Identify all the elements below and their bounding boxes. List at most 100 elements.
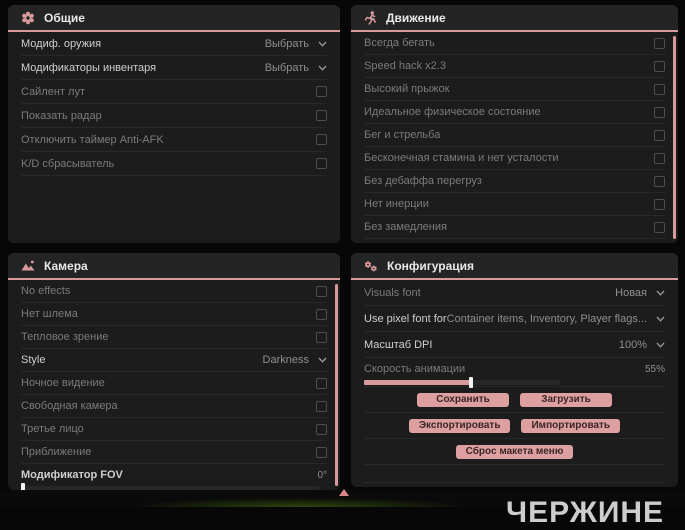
movement-scrollbar[interactable]	[673, 36, 676, 239]
movement-row-8[interactable]: Без замедления	[364, 216, 665, 239]
row-label: No effects	[21, 285, 71, 297]
movement-row-6[interactable]: Без дебаффа перегруз	[364, 170, 665, 193]
row-label: Use pixel font for	[364, 312, 447, 325]
movement-row-5[interactable]: Бесконечная стамина и нет усталости	[364, 147, 665, 170]
config-button[interactable]: Загрузить	[520, 392, 612, 407]
camera-rows: No effects Нет шлема Тепловое зрение Style D…	[8, 280, 340, 490]
checkbox[interactable]	[654, 37, 665, 49]
checkbox[interactable]	[654, 129, 665, 141]
row-label: Без дебаффа перегруз	[364, 175, 482, 187]
dropdown-value: Darkness	[262, 354, 309, 366]
general-dropdown-0[interactable]: Выбрать	[265, 38, 327, 50]
general-row-3[interactable]: Показать радар	[21, 104, 327, 128]
checkbox[interactable]	[316, 377, 327, 389]
checkbox[interactable]	[316, 423, 327, 435]
config-slider-3[interactable]	[364, 377, 560, 388]
checkbox[interactable]	[316, 110, 327, 121]
row-label: Показать радар	[21, 109, 102, 122]
checkbox[interactable]	[316, 400, 327, 412]
config-button-row-0: Сохранить Загрузить	[364, 387, 665, 413]
config-button[interactable]: Сохранить	[417, 392, 509, 407]
background-triangle-icon	[339, 489, 349, 496]
config-row-0: Visuals font Новая	[364, 280, 665, 306]
checkbox[interactable]	[316, 86, 327, 97]
image-icon	[21, 259, 35, 272]
camera-dropdown-3[interactable]: Darkness	[263, 354, 327, 366]
movement-row-0[interactable]: Всегда бегать	[364, 32, 665, 55]
checkbox[interactable]	[654, 152, 665, 164]
gears-icon	[364, 259, 378, 273]
general-row-2[interactable]: Сайлент лут	[21, 80, 327, 104]
row-label: Бег и стрельба	[364, 129, 441, 141]
checkbox[interactable]	[654, 60, 665, 72]
checkbox[interactable]	[654, 106, 665, 118]
runner-icon	[364, 10, 377, 25]
row-label: Приближение	[21, 446, 92, 458]
general-row-5[interactable]: K/D сбрасыватель	[21, 152, 327, 176]
camera-row-7[interactable]: Приближение	[21, 441, 327, 464]
movement-row-3[interactable]: Идеальное физическое состояние	[364, 101, 665, 124]
config-panel-header: Конфигурация	[351, 253, 678, 280]
checkbox[interactable]	[654, 198, 665, 210]
general-panel-title: Общие	[44, 10, 85, 25]
slider-handle[interactable]	[468, 377, 473, 388]
general-rows: Модиф. оружия Выбрать Модификаторы инвента…	[8, 32, 340, 176]
camera-scrollbar[interactable]	[335, 284, 338, 486]
camera-row-8: Модификатор FOV 0°	[21, 464, 327, 490]
checkbox[interactable]	[316, 134, 327, 145]
row-label: Отключить таймер Anti-AFK	[21, 133, 164, 146]
dropdown-value: Выбрать	[264, 37, 309, 50]
checkbox[interactable]	[654, 221, 665, 233]
row-label: Сайлент лут	[21, 85, 85, 98]
general-row-4[interactable]: Отключить таймер Anti-AFK	[21, 128, 327, 152]
slider-value: 0°	[317, 469, 327, 481]
config-button[interactable]: Экспортировать	[408, 418, 511, 433]
movement-panel: Движение Всегда бегать Speed hack x2.3 Высо…	[351, 5, 678, 243]
config-button[interactable]: Сброс макета меню	[455, 444, 574, 459]
background-watermark-text: ЧЕРЖИНЕ	[506, 496, 665, 529]
camera-row-5[interactable]: Свободная камера	[21, 395, 327, 418]
camera-slider-8[interactable]	[21, 483, 319, 490]
movement-row-4[interactable]: Бег и стрельба	[364, 124, 665, 147]
checkbox[interactable]	[654, 83, 665, 95]
movement-panel-header: Движение	[351, 5, 678, 32]
camera-row-6[interactable]: Третье лицо	[21, 418, 327, 441]
slider-value: 55%	[644, 363, 665, 375]
camera-row-1[interactable]: Нет шлема	[21, 303, 327, 326]
config-dropdown-1[interactable]: Container items, Inventory, Player flags…	[447, 313, 665, 325]
camera-row-2[interactable]: Тепловое зрение	[21, 326, 327, 349]
config-row-2: Масштаб DPI 100%	[364, 332, 665, 358]
movement-row-1[interactable]: Speed hack x2.3	[364, 55, 665, 78]
chevron-down-icon	[656, 316, 665, 322]
config-dropdown-0[interactable]: Новая	[615, 287, 665, 299]
movement-row-2[interactable]: Высокий прыжок	[364, 78, 665, 101]
row-label: Visuals font	[364, 286, 421, 299]
movement-row-7[interactable]: Нет инерции	[364, 193, 665, 216]
slider-handle[interactable]	[21, 483, 25, 490]
slider-header: Модификатор FOV 0°	[21, 467, 327, 483]
checkbox[interactable]	[316, 446, 327, 458]
checkbox[interactable]	[316, 158, 327, 169]
dropdown-value: Container items, Inventory, Player flags…	[446, 312, 647, 325]
checkbox[interactable]	[316, 308, 327, 320]
row-label: Модиф. оружия	[21, 37, 102, 50]
config-button-row-2: Сброс макета меню	[364, 439, 665, 465]
checkbox[interactable]	[316, 331, 327, 343]
config-dropdown-2[interactable]: 100%	[619, 339, 665, 351]
config-row-1: Use pixel font for Container items, Inven…	[364, 306, 665, 332]
config-button[interactable]: Импортировать	[521, 418, 621, 433]
general-dropdown-1[interactable]: Выбрать	[265, 62, 327, 74]
camera-panel: Камера No effects Нет шлема Тепловое зрение…	[8, 253, 340, 490]
checkbox[interactable]	[316, 285, 327, 297]
slider-header: Скорость анимации 55%	[364, 361, 665, 377]
camera-row-0[interactable]: No effects	[21, 280, 327, 303]
camera-row-3: Style Darkness	[21, 349, 327, 372]
camera-row-4[interactable]: Ночное видение	[21, 372, 327, 395]
row-label: Свободная камера	[21, 400, 118, 412]
general-row-0: Модиф. оружия Выбрать	[21, 32, 327, 56]
row-label: Всегда бегать	[364, 37, 435, 49]
checkbox[interactable]	[654, 175, 665, 187]
row-label: Бесконечная стамина и нет усталости	[364, 152, 559, 164]
row-label: Модификатор FOV	[21, 469, 123, 481]
config-panel-title: Конфигурация	[387, 258, 475, 273]
